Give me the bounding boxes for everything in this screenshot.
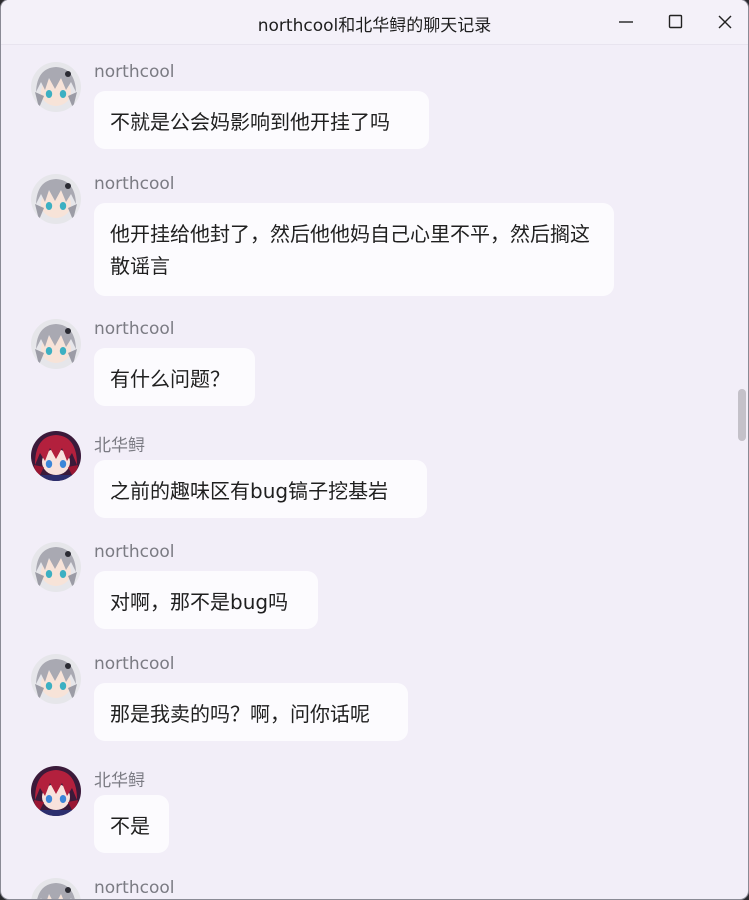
message-bubble[interactable]: 之前的趣味区有bug镐子挖基岩 xyxy=(94,460,427,518)
gray-hair-anime-avatar-icon[interactable] xyxy=(31,319,81,369)
sender-name: northcool xyxy=(94,878,175,898)
message-bubble[interactable]: 那是我卖的吗？啊，问你话呢 xyxy=(94,683,408,741)
message-bubble[interactable]: 有什么问题？ xyxy=(94,348,255,406)
gray-hair-anime-avatar-icon[interactable] xyxy=(31,654,81,704)
message-bubble[interactable]: 他开挂给他封了，然后他他妈自己心里不平，然后搁这散谣言 xyxy=(94,203,614,296)
message-bubble[interactable]: 对啊，那不是bug吗 xyxy=(94,571,318,629)
gray-hair-anime-avatar-icon[interactable] xyxy=(31,878,81,899)
minimize-icon xyxy=(619,21,633,23)
scrollbar-thumb[interactable] xyxy=(738,389,746,441)
sender-name: 北华鲟 xyxy=(94,771,145,791)
close-button[interactable] xyxy=(710,8,740,36)
close-icon xyxy=(718,15,732,29)
sender-name: northcool xyxy=(94,62,175,82)
sender-name: northcool xyxy=(94,654,175,674)
chat-history-window: northcool和北华鲟的聊天记录 northcool 不就是公会妈影响到他开… xyxy=(1,0,748,899)
red-hair-anime-avatar-icon[interactable] xyxy=(31,766,81,816)
sender-name: northcool xyxy=(94,319,175,339)
minimize-button[interactable] xyxy=(611,8,641,36)
chat-message-list[interactable]: northcool 不就是公会妈影响到他开挂了吗 northcool 他开挂给他… xyxy=(1,45,748,899)
gray-hair-anime-avatar-icon[interactable] xyxy=(31,62,81,112)
message-bubble[interactable]: 不是 xyxy=(94,795,169,853)
title-bar[interactable]: northcool和北华鲟的聊天记录 xyxy=(1,0,748,45)
gray-hair-anime-avatar-icon[interactable] xyxy=(31,174,81,224)
red-hair-anime-avatar-icon[interactable] xyxy=(31,431,81,481)
maximize-icon xyxy=(668,14,683,29)
sender-name: northcool xyxy=(94,542,175,562)
gray-hair-anime-avatar-icon[interactable] xyxy=(31,542,81,592)
message-bubble[interactable]: 不就是公会妈影响到他开挂了吗 xyxy=(94,91,429,149)
sender-name: 北华鲟 xyxy=(94,436,145,456)
sender-name: northcool xyxy=(94,174,175,194)
maximize-button[interactable] xyxy=(661,8,691,36)
